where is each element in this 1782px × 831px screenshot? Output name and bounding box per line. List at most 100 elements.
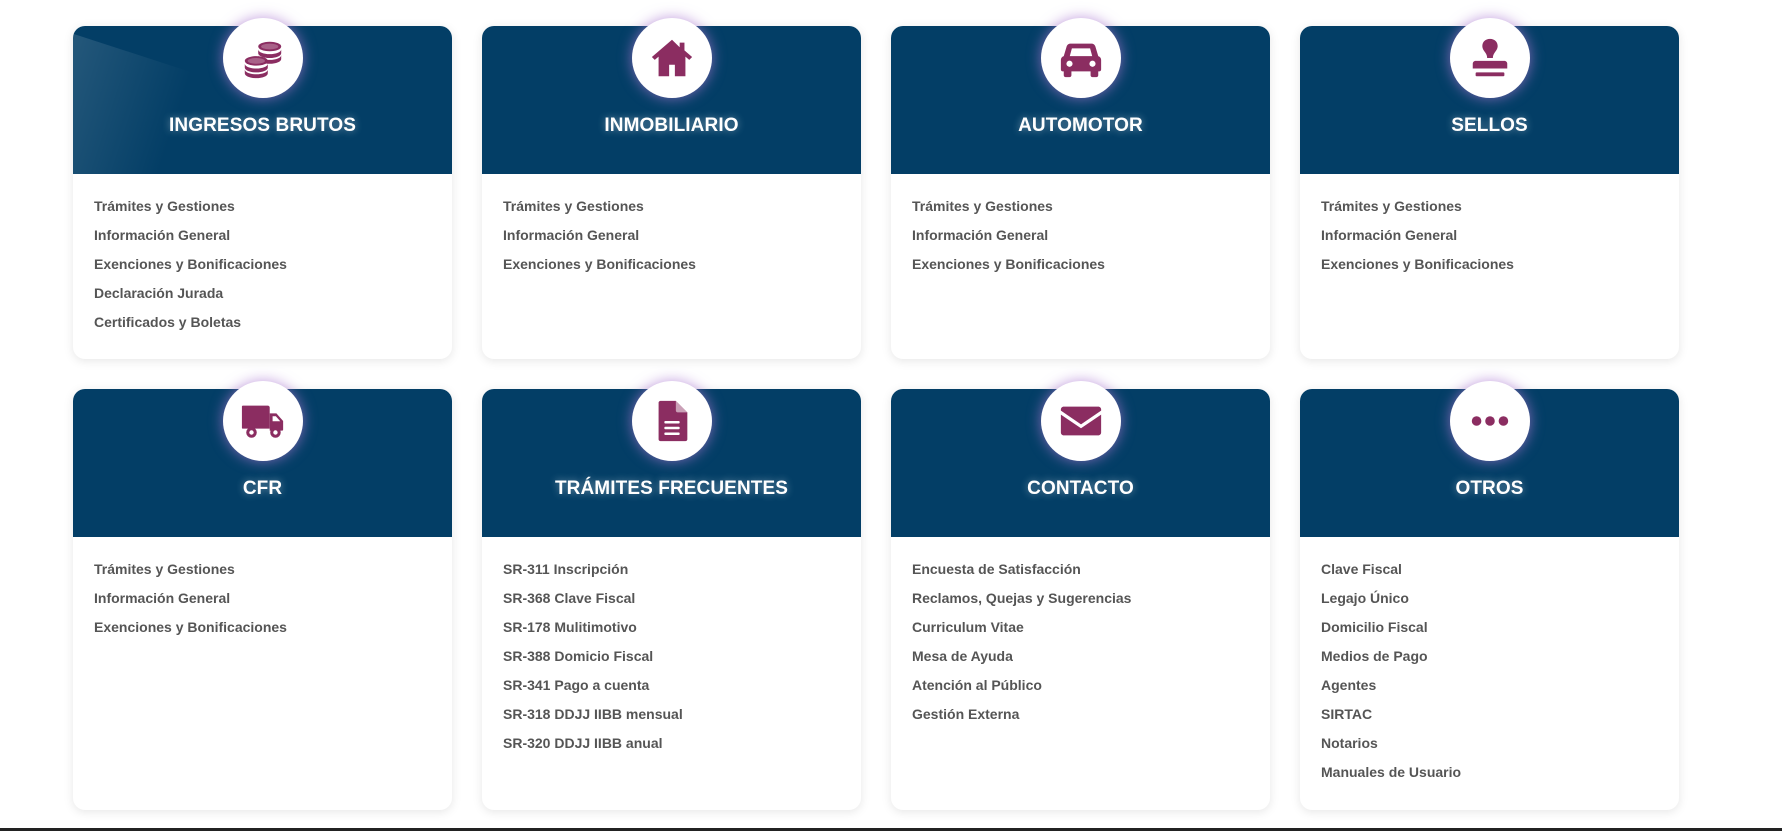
tax-category-grid: INGRESOS BRUTOS Trámites y Gestiones Inf… [73, 18, 1679, 810]
link-reclamos-quejas[interactable]: Reclamos, Quejas y Sugerencias [912, 590, 1131, 606]
link-informacion-general[interactable]: Información General [94, 227, 230, 243]
link-sr-311[interactable]: SR-311 Inscripción [503, 561, 628, 577]
card-sellos: SELLOS Trámites y Gestiones Información … [1300, 18, 1679, 359]
list-item: Medios de Pago [1321, 645, 1679, 674]
card-icon-badge[interactable] [222, 381, 303, 461]
list-item: Legajo Único [1321, 587, 1679, 616]
page: INGRESOS BRUTOS Trámites y Gestiones Inf… [0, 0, 1782, 831]
list-item: Información General [94, 587, 452, 616]
card-link-list: Clave Fiscal Legajo Único Domicilio Fisc… [1300, 537, 1679, 790]
link-exenciones-bonificaciones[interactable]: Exenciones y Bonificaciones [912, 256, 1105, 272]
list-item: Manuales de Usuario [1321, 761, 1679, 790]
link-informacion-general[interactable]: Información General [503, 227, 639, 243]
link-notarios[interactable]: Notarios [1321, 735, 1378, 751]
link-atencion-publico[interactable]: Atención al Público [912, 677, 1042, 693]
card-automotor: AUTOMOTOR Trámites y Gestiones Informaci… [891, 18, 1270, 359]
link-sr-318[interactable]: SR-318 DDJJ IIBB mensual [503, 706, 683, 722]
card-icon-badge[interactable] [631, 18, 712, 98]
list-item: Trámites y Gestiones [94, 195, 452, 224]
link-sirtac[interactable]: SIRTAC [1321, 706, 1372, 722]
link-exenciones-bonificaciones[interactable]: Exenciones y Bonificaciones [1321, 256, 1514, 272]
link-domicilio-fiscal[interactable]: Domicilio Fiscal [1321, 619, 1428, 635]
card-icon-badge[interactable] [1449, 381, 1530, 461]
card-title: OTROS [1455, 478, 1524, 499]
card-icon-badge[interactable] [1040, 381, 1121, 461]
list-item: Exenciones y Bonificaciones [503, 253, 861, 282]
card-link-list: Encuesta de Satisfacción Reclamos, Queja… [891, 537, 1270, 732]
list-item: Agentes [1321, 674, 1679, 703]
link-sr-341[interactable]: SR-341 Pago a cuenta [503, 677, 649, 693]
list-item: Notarios [1321, 732, 1679, 761]
list-item: Exenciones y Bonificaciones [94, 616, 452, 645]
link-informacion-general[interactable]: Información General [912, 227, 1048, 243]
card-link-list: Trámites y Gestiones Información General… [73, 537, 452, 645]
link-exenciones-bonificaciones[interactable]: Exenciones y Bonificaciones [94, 256, 287, 272]
list-item: Curriculum Vitae [912, 616, 1270, 645]
link-informacion-general[interactable]: Información General [1321, 227, 1457, 243]
list-item: Trámites y Gestiones [94, 558, 452, 587]
list-item: Declaración Jurada [94, 282, 452, 311]
link-tramites-gestiones[interactable]: Trámites y Gestiones [912, 198, 1053, 214]
card-icon-badge[interactable] [1040, 18, 1121, 98]
list-item: SR-341 Pago a cuenta [503, 674, 861, 703]
list-item: SR-388 Domicio Fiscal [503, 645, 861, 674]
stamp-icon [1472, 38, 1507, 77]
document-icon [658, 400, 687, 442]
ellipsis-icon [1471, 416, 1508, 426]
card-title: INMOBILIARIO [604, 115, 739, 136]
list-item: Trámites y Gestiones [1321, 195, 1679, 224]
card-icon-badge[interactable] [222, 18, 303, 98]
list-item: SR-368 Clave Fiscal [503, 587, 861, 616]
list-item: Clave Fiscal [1321, 558, 1679, 587]
link-clave-fiscal[interactable]: Clave Fiscal [1321, 561, 1402, 577]
list-item: SR-318 DDJJ IIBB mensual [503, 703, 861, 732]
link-exenciones-bonificaciones[interactable]: Exenciones y Bonificaciones [503, 256, 696, 272]
link-certificados-boletas[interactable]: Certificados y Boletas [94, 314, 241, 330]
list-item: Información General [94, 224, 452, 253]
link-tramites-gestiones[interactable]: Trámites y Gestiones [94, 561, 235, 577]
link-informacion-general[interactable]: Información General [94, 590, 230, 606]
list-item: Exenciones y Bonificaciones [1321, 253, 1679, 282]
link-tramites-gestiones[interactable]: Trámites y Gestiones [94, 198, 235, 214]
link-sr-368[interactable]: SR-368 Clave Fiscal [503, 590, 635, 606]
truck-icon [241, 405, 283, 438]
card-link-list: SR-311 Inscripción SR-368 Clave Fiscal S… [482, 537, 861, 761]
card-link-list: Trámites y Gestiones Información General… [891, 174, 1270, 282]
list-item: Encuesta de Satisfacción [912, 558, 1270, 587]
link-sr-388[interactable]: SR-388 Domicio Fiscal [503, 648, 653, 664]
link-sr-178[interactable]: SR-178 Mulitimotivo [503, 619, 637, 635]
list-item: Domicilio Fiscal [1321, 616, 1679, 645]
card-title: TRÁMITES FRECUENTES [554, 478, 789, 499]
link-legajo-unico[interactable]: Legajo Único [1321, 590, 1409, 606]
list-item: Información General [503, 224, 861, 253]
list-item: Certificados y Boletas [94, 311, 452, 340]
list-item: SR-178 Mulitimotivo [503, 616, 861, 645]
link-exenciones-bonificaciones[interactable]: Exenciones y Bonificaciones [94, 619, 287, 635]
card-link-list: Trámites y Gestiones Información General… [482, 174, 861, 282]
list-item: Mesa de Ayuda [912, 645, 1270, 674]
link-tramites-gestiones[interactable]: Trámites y Gestiones [503, 198, 644, 214]
card-title: SELLOS [1451, 115, 1528, 136]
house-icon [651, 39, 692, 77]
link-mesa-ayuda[interactable]: Mesa de Ayuda [912, 648, 1013, 664]
card-title: CONTACTO [1027, 478, 1134, 499]
link-sr-320[interactable]: SR-320 DDJJ IIBB anual [503, 735, 663, 751]
card-link-list: Trámites y Gestiones Información General… [73, 174, 452, 340]
card-icon-badge[interactable] [631, 381, 712, 461]
list-item: Información General [1321, 224, 1679, 253]
link-agentes[interactable]: Agentes [1321, 677, 1376, 693]
car-icon [1060, 43, 1101, 78]
link-gestion-externa[interactable]: Gestión Externa [912, 706, 1019, 722]
card-link-list: Trámites y Gestiones Información General… [1300, 174, 1679, 282]
link-curriculum-vitae[interactable]: Curriculum Vitae [912, 619, 1024, 635]
card-icon-badge[interactable] [1449, 18, 1530, 98]
link-tramites-gestiones[interactable]: Trámites y Gestiones [1321, 198, 1462, 214]
card-title: INGRESOS BRUTOS [169, 115, 356, 136]
list-item: SR-311 Inscripción [503, 558, 861, 587]
link-declaracion-jurada[interactable]: Declaración Jurada [94, 285, 223, 301]
link-encuesta-satisfaccion[interactable]: Encuesta de Satisfacción [912, 561, 1081, 577]
list-item: Trámites y Gestiones [503, 195, 861, 224]
link-medios-pago[interactable]: Medios de Pago [1321, 648, 1428, 664]
link-manuales-usuario[interactable]: Manuales de Usuario [1321, 764, 1461, 780]
card-inmobiliario: INMOBILIARIO Trámites y Gestiones Inform… [482, 18, 861, 359]
